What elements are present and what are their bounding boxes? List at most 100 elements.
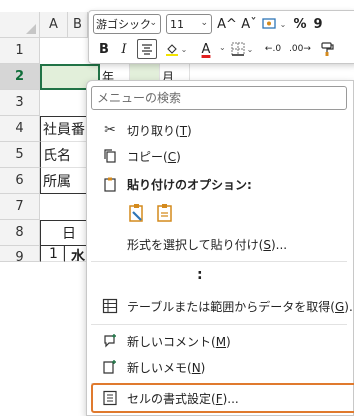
menu-item-paste-special[interactable]: 形式を選択して貼り付け(S)... xyxy=(87,231,351,257)
row-header-4[interactable]: 4 xyxy=(0,116,40,142)
paste-special-accesskey: S xyxy=(263,237,271,252)
font-size-chevron-down-icon[interactable]: ⌄ xyxy=(200,18,208,28)
paste-options-label: 貼り付けのオプション: xyxy=(127,177,252,192)
grow-font-button[interactable]: A^ xyxy=(217,14,237,34)
font-color-icon: A xyxy=(201,41,211,57)
menu-item-cut[interactable]: ✂ 切り取り(T) xyxy=(87,117,351,143)
row-header-1[interactable]: 1 xyxy=(0,38,40,64)
menu-item-new-note[interactable]: 新しいメモ(N) xyxy=(87,354,351,380)
grow-font-icon: A^ xyxy=(217,16,237,32)
font-name-value: 游ゴシック xyxy=(96,18,151,31)
context-menu: ✂ 切り取り(T) コピー(C) 貼り付けのオプション: 形式を選択して貼り付け… xyxy=(86,80,354,416)
row-header-5[interactable]: 5 xyxy=(0,142,40,168)
paste-special-label: 形式を選択して貼り付け( xyxy=(127,237,264,252)
accounting-format-button[interactable]: ⌄ xyxy=(261,14,287,34)
bold-icon: B xyxy=(99,41,109,57)
cut-accesskey: T xyxy=(179,123,188,138)
paste-with-format-button[interactable] xyxy=(127,203,147,226)
row-header-7[interactable]: 7 xyxy=(0,194,40,220)
cut-label: 切り取り( xyxy=(127,123,180,138)
copy-icon xyxy=(101,147,119,165)
copy-accesskey: C xyxy=(167,149,177,164)
accounting-format-icon xyxy=(261,18,276,29)
comma-icon: 9 xyxy=(313,16,323,32)
copy-label: コピー( xyxy=(127,149,168,164)
get-data-label: テーブルまたは範囲からデータを取得( xyxy=(127,299,335,314)
cell-name[interactable]: 氏名 xyxy=(40,142,88,168)
copy-suffix: ) xyxy=(176,149,181,164)
italic-icon: I xyxy=(121,41,127,57)
fill-color-chevron-down-icon: ⌄ xyxy=(180,44,188,54)
column-header-b[interactable]: B xyxy=(68,12,88,38)
borders-chevron-down-icon: ⌄ xyxy=(246,44,254,54)
menu-item-format-cells[interactable]: セルの書式設定(F)... xyxy=(87,385,351,411)
paste-special-suffix: )... xyxy=(270,237,288,252)
row-header-3[interactable]: 3 xyxy=(0,90,40,116)
font-color-button[interactable]: A xyxy=(193,39,219,59)
new-comment-label: 新しいコメント( xyxy=(127,334,216,349)
borders-icon xyxy=(231,42,245,56)
shrink-font-button[interactable]: Aˇ xyxy=(239,14,259,34)
format-cells-accesskey: F xyxy=(215,391,223,406)
percent-style-button[interactable]: % xyxy=(291,14,309,34)
accounting-chevron-down-icon: ⌄ xyxy=(279,19,287,29)
new-comment-icon xyxy=(101,332,119,350)
get-data-accesskey: G xyxy=(334,299,345,314)
format-cells-icon xyxy=(101,389,119,407)
increase-decimal-button[interactable]: ←.0 xyxy=(261,39,285,59)
menu-search-input[interactable] xyxy=(91,86,347,110)
borders-button[interactable]: ⌄ xyxy=(229,39,255,59)
font-name-box[interactable]: 游ゴシック ⌄ xyxy=(93,14,161,34)
new-note-suffix: ) xyxy=(200,360,206,375)
menu-separator xyxy=(91,324,347,325)
comma-style-button[interactable]: 9 xyxy=(311,14,325,34)
paste-button[interactable] xyxy=(155,203,175,226)
paste-option-buttons xyxy=(123,199,183,227)
cell-day-header[interactable]: 日 xyxy=(40,220,88,246)
cell-day-1[interactable]: 1 xyxy=(40,246,64,262)
menu-separator xyxy=(91,261,347,262)
cell-department[interactable]: 所属 xyxy=(40,168,88,194)
align-center-icon xyxy=(142,44,152,55)
menu-section-paste-options: 貼り付けのオプション: xyxy=(87,171,351,197)
select-all-corner[interactable] xyxy=(0,12,40,38)
new-note-label: 新しいメモ( xyxy=(127,360,192,375)
new-comment-accesskey: M xyxy=(215,334,227,349)
cell-employee-number[interactable]: 社員番 xyxy=(40,116,88,142)
menu-item-copy[interactable]: コピー(C) xyxy=(87,143,351,169)
clipboard-icon xyxy=(101,175,119,193)
more-options-icon[interactable]: : xyxy=(197,267,203,283)
cell-weekday-1[interactable]: 水 xyxy=(64,246,88,262)
menu-item-new-comment[interactable]: 新しいコメント(M) xyxy=(87,328,351,354)
shrink-font-icon: Aˇ xyxy=(241,16,257,32)
bold-button[interactable]: B xyxy=(95,39,113,59)
menu-item-get-data[interactable]: テーブルまたは範囲からデータを取得(G)... xyxy=(87,293,354,319)
table-grid-icon xyxy=(101,297,119,315)
decrease-decimal-button[interactable]: .00→ xyxy=(287,39,313,59)
font-color-chevron-down-icon[interactable]: ⌄ xyxy=(219,43,226,52)
row-header-9[interactable]: 9 xyxy=(0,246,40,265)
new-note-accesskey: N xyxy=(191,360,201,375)
fill-color-button[interactable]: ⌄ xyxy=(163,39,189,59)
font-name-chevron-down-icon[interactable]: ⌄ xyxy=(149,18,157,28)
format-painter-button[interactable] xyxy=(317,39,339,59)
paste-keep-formatting-icon xyxy=(129,204,143,222)
scissors-icon: ✂ xyxy=(104,122,116,138)
format-painter-icon xyxy=(321,42,334,56)
row-header-8[interactable]: 8 xyxy=(0,220,40,246)
align-center-button[interactable] xyxy=(137,39,157,59)
increase-decimal-icon: ←.0 xyxy=(264,44,282,54)
font-size-value: 11 xyxy=(170,17,184,31)
font-size-box[interactable]: 11 ⌄ xyxy=(166,14,212,34)
column-header-a[interactable]: A xyxy=(40,12,68,38)
row-header-2[interactable]: 2 xyxy=(0,64,40,90)
new-note-icon xyxy=(101,358,119,376)
select-all-triangle-icon xyxy=(26,24,36,34)
italic-button[interactable]: I xyxy=(115,39,133,59)
row-header-6[interactable]: 6 xyxy=(0,168,40,194)
get-data-suffix: )... xyxy=(344,299,354,314)
percent-icon: % xyxy=(293,16,307,32)
format-cells-label: セルの書式設定( xyxy=(127,391,216,406)
mini-toolbar: 游ゴシック ⌄ 11 ⌄ A^ Aˇ ⌄ % 9 B I ⌄ A ⌄ ⌄ ←.0… xyxy=(88,10,354,64)
decrease-decimal-icon: .00→ xyxy=(289,44,311,54)
